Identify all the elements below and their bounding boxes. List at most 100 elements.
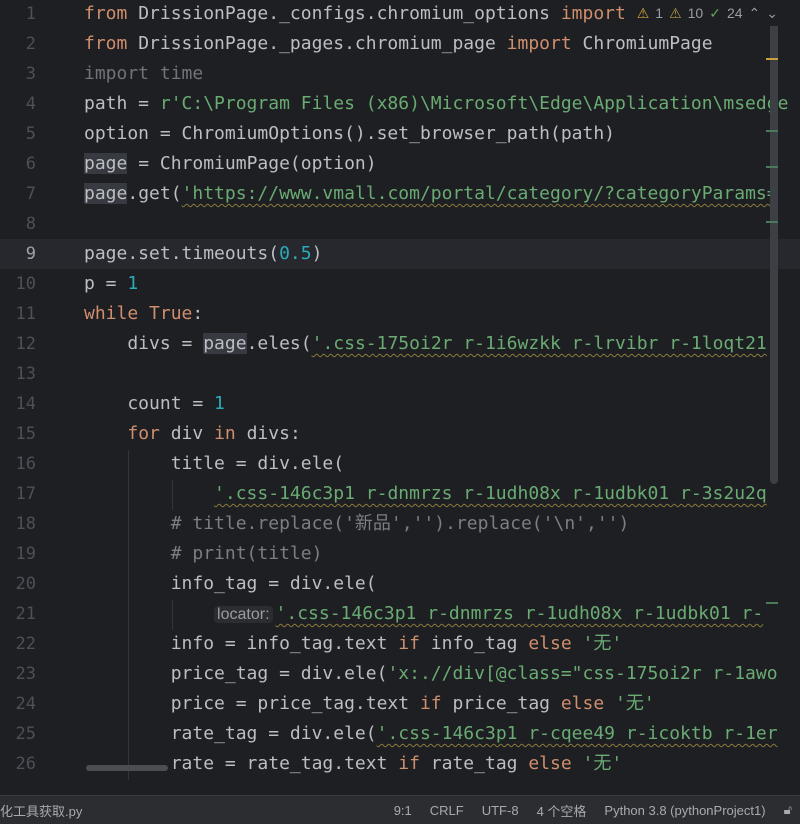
line-number[interactable]: 15	[0, 419, 36, 449]
code-token: else	[528, 753, 583, 774]
code-line[interactable]: 12 divs = page.eles('.css-175oi2r r-1i6w…	[0, 329, 800, 359]
caret-position[interactable]: 9:1	[394, 803, 412, 818]
marker[interactable]	[766, 602, 778, 604]
code-token: )	[311, 243, 323, 264]
code-line[interactable]: 14 count = 1	[0, 389, 800, 419]
chevron-down-icon[interactable]: ⌄	[766, 5, 778, 22]
code-text: page = ChromiumPage(option)	[84, 149, 377, 179]
line-number[interactable]: 22	[0, 629, 36, 659]
code-line[interactable]: 5 option = ChromiumOptions().set_browser_…	[0, 119, 800, 149]
line-number[interactable]: 14	[0, 389, 36, 419]
code-line[interactable]: 26 rate = rate_tag.text if rate_tag else…	[0, 749, 800, 779]
code-line[interactable]: 25 rate_tag = div.ele('.css-146c3p1 r-cq…	[0, 719, 800, 749]
code-token: else	[560, 693, 616, 714]
line-number[interactable]: 11	[0, 299, 36, 329]
code-token: '.css-146c3p1 r-dnmrzs r-1udh08x r-1udbk…	[214, 483, 767, 504]
code-line[interactable]: 7 page.get('https://www.vmall.com/portal/…	[0, 179, 800, 209]
line-number[interactable]: 6	[0, 149, 36, 179]
code-token: in	[214, 423, 247, 444]
code-text: page.get('https://www.vmall.com/portal/c…	[84, 179, 778, 209]
line-number[interactable]: 23	[0, 659, 36, 689]
code-line[interactable]: 9 page.set.timeouts(0.5)	[0, 239, 800, 269]
code-line[interactable]: 11 while True:	[0, 299, 800, 329]
marker[interactable]	[766, 130, 778, 132]
error-icon: ⚠	[636, 4, 650, 21]
line-number[interactable]: 9	[0, 239, 36, 269]
line-number[interactable]: 26	[0, 749, 36, 779]
code-line[interactable]: 18 # title.replace('新品','').replace('\n'…	[0, 509, 800, 539]
code-editor[interactable]: 1 from DrissionPage._configs.chromium_opt…	[0, 0, 800, 795]
line-number[interactable]: 16	[0, 449, 36, 479]
line-number[interactable]: 24	[0, 689, 36, 719]
line-number[interactable]: 20	[0, 569, 36, 599]
code-token: from	[84, 3, 139, 24]
code-line[interactable]: 24 price = price_tag.text if price_tag e…	[0, 689, 800, 719]
code-token: '.css-146c3p1 r-dnmrzs r-1udh08x r-1udbk…	[275, 603, 764, 624]
line-number[interactable]: 3	[0, 59, 36, 89]
code-line[interactable]: 6 page = ChromiumPage(option)	[0, 149, 800, 179]
interpreter[interactable]: Python 3.8 (pythonProject1)	[604, 803, 765, 818]
code-text: import time	[84, 59, 203, 89]
code-line[interactable]: 19 # print(title)	[0, 539, 800, 569]
indent-setting[interactable]: 4 个空格	[537, 801, 587, 820]
code-token: DrissionPage._pages.chromium_page	[138, 33, 507, 54]
line-number[interactable]: 18	[0, 509, 36, 539]
line-ending[interactable]: CRLF	[430, 803, 464, 818]
code-text: locator: '.css-146c3p1 r-dnmrzs r-1udh08x…	[84, 599, 763, 630]
code-line[interactable]: 10 p = 1	[0, 269, 800, 299]
line-number[interactable]: 12	[0, 329, 36, 359]
code-token: info = info_tag.text	[84, 633, 399, 654]
code-line[interactable]: 20 info_tag = div.ele(	[0, 569, 800, 599]
code-token: page	[203, 333, 247, 354]
code-token: else	[528, 633, 583, 654]
code-line[interactable]: 16 title = div.ele(	[0, 449, 800, 479]
code-line[interactable]: 2 from DrissionPage._pages.chromium_page …	[0, 29, 800, 59]
code-line[interactable]: 13	[0, 359, 800, 389]
code-text: option = ChromiumOptions().set_browser_p…	[84, 119, 615, 149]
code-text: '.css-146c3p1 r-dnmrzs r-1udh08x r-1udbk…	[84, 479, 767, 509]
code-token: page	[84, 183, 128, 204]
line-number[interactable]: 25	[0, 719, 36, 749]
code-token: p =	[84, 273, 128, 294]
code-line[interactable]: 21 locator: '.css-146c3p1 r-dnmrzs r-1udh…	[0, 599, 800, 629]
code-line[interactable]: 22 info = info_tag.text if info_tag else…	[0, 629, 800, 659]
warning-marker[interactable]	[766, 58, 778, 60]
code-line[interactable]: 4 path = r'C:\Program Files (x86)\Microso…	[0, 89, 800, 119]
line-number[interactable]: 19	[0, 539, 36, 569]
inspection-widget[interactable]: ⚠ 1 ⚠ 10 ✓ 24 ⌃ ⌄	[626, 0, 778, 26]
code-line[interactable]: 17 '.css-146c3p1 r-dnmrzs r-1udh08x r-1u…	[0, 479, 800, 509]
code-line[interactable]: 3 import time	[0, 59, 800, 89]
code-line[interactable]: 8	[0, 209, 800, 239]
line-number[interactable]: 5	[0, 119, 36, 149]
line-number[interactable]: 4	[0, 89, 36, 119]
line-number[interactable]: 17	[0, 479, 36, 509]
code-text: title = div.ele(	[84, 449, 344, 479]
code-line[interactable]: 15 for div in divs:	[0, 419, 800, 449]
marker[interactable]	[766, 221, 778, 223]
line-number[interactable]: 1	[0, 0, 36, 29]
code-line[interactable]: 23 price_tag = div.ele('x:.//div[@class=…	[0, 659, 800, 689]
lock-icon[interactable]: 🔓︎	[784, 802, 792, 818]
code-token: .eles(	[246, 333, 312, 354]
code-token: for	[127, 423, 171, 444]
line-number[interactable]: 8	[0, 209, 36, 239]
code-token: info_tag = div.ele(	[84, 573, 377, 594]
line-number[interactable]: 13	[0, 359, 36, 389]
vertical-scrollbar[interactable]	[770, 22, 778, 484]
line-number[interactable]: 2	[0, 29, 36, 59]
marker[interactable]	[766, 166, 778, 168]
breadcrumb-file[interactable]: 化工具获取.py	[0, 801, 82, 820]
line-number[interactable]: 10	[0, 269, 36, 299]
code-token: count =	[84, 393, 215, 414]
code-token: .get(	[127, 183, 182, 204]
code-token: option = ChromiumOptions().set_browser_p…	[84, 123, 616, 144]
file-encoding[interactable]: UTF-8	[482, 803, 519, 818]
check-icon: ✓	[709, 4, 721, 21]
code-text: # title.replace('新品','').replace('\n',''…	[84, 509, 630, 539]
code-token: 'https://www.vmall.com/portal/category/?…	[181, 183, 778, 204]
horizontal-scrollbar[interactable]	[86, 765, 168, 771]
chevron-up-icon[interactable]: ⌃	[749, 5, 761, 22]
line-number[interactable]: 21	[0, 599, 36, 629]
line-number[interactable]: 7	[0, 179, 36, 209]
